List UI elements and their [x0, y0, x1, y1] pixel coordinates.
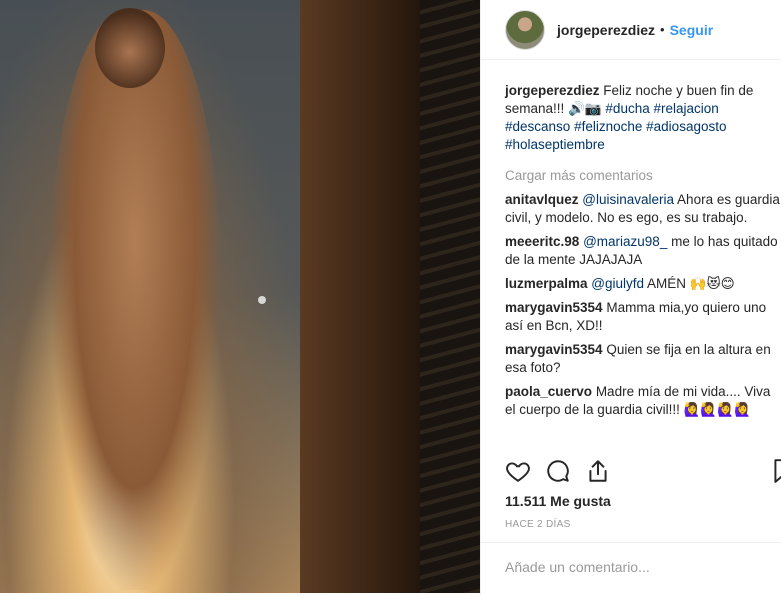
comment: marygavin5354 Mamma mia,yo quiero uno as… [505, 299, 780, 335]
person-figure [50, 10, 220, 590]
likes-count[interactable]: 11.511 Me gusta [505, 493, 611, 509]
comment-text: AMÉN 🙌😻😊 [644, 276, 735, 291]
door-handle [258, 296, 266, 304]
person-head [95, 8, 165, 88]
author-username[interactable]: jorgeperezdiez [557, 22, 655, 38]
instagram-post: jorgeperezdiez • Seguir jorgeperezdiez F… [0, 0, 781, 595]
comment: marygavin5354 Quien se fija en la altura… [505, 341, 780, 377]
comment-mention[interactable]: @giulyfd [591, 276, 644, 291]
comment-username[interactable]: marygavin5354 [505, 300, 603, 315]
post-header: jorgeperezdiez • Seguir [481, 0, 781, 60]
comment: paola_cuervo Madre mía de mi vida.... Vi… [505, 383, 780, 419]
avatar[interactable] [505, 9, 545, 50]
heart-icon[interactable] [505, 458, 531, 484]
post-timestamp[interactable]: HACE 2 DÍAS [505, 519, 571, 530]
caption-username[interactable]: jorgeperezdiez [505, 83, 600, 98]
comment: luzmerpalma @giulyfd AMÉN 🙌😻😊 [505, 275, 780, 293]
comment-username[interactable]: anitavlquez [505, 192, 579, 207]
comment: anitavlquez @luisinavaleria Ahora es gua… [505, 191, 780, 227]
hashtag[interactable]: #descanso [505, 119, 570, 134]
separator-dot: • [660, 22, 665, 37]
hashtag[interactable]: #ducha [605, 101, 649, 116]
comment-icon[interactable] [545, 458, 571, 484]
hashtag[interactable]: #holaseptiembre [505, 137, 605, 152]
comments-list: jorgeperezdiez Feliz noche y buen fin de… [505, 82, 780, 425]
comment-mention[interactable]: @mariazu98_ [583, 234, 667, 249]
bookmark-icon[interactable] [770, 458, 781, 484]
comment-username[interactable]: meeeritc.98 [505, 234, 579, 249]
post-photo[interactable] [0, 0, 480, 593]
add-comment-field[interactable]: Añade un comentario... [481, 542, 781, 595]
follow-button[interactable]: Seguir [670, 22, 714, 38]
hashtag[interactable]: #adiosagosto [646, 119, 726, 134]
comment-username[interactable]: luzmerpalma [505, 276, 588, 291]
comment-username[interactable]: marygavin5354 [505, 342, 603, 357]
comment-username[interactable]: paola_cuervo [505, 384, 592, 399]
shower-door [300, 0, 420, 593]
hashtag[interactable]: #relajacion [653, 101, 718, 116]
load-more-comments[interactable]: Cargar más comentarios [505, 168, 780, 183]
towel-rack [420, 0, 480, 593]
comment-mention[interactable]: @luisinavaleria [582, 192, 674, 207]
caption: jorgeperezdiez Feliz noche y buen fin de… [505, 82, 780, 154]
hashtag[interactable]: #feliznoche [574, 119, 642, 134]
share-icon[interactable] [585, 458, 611, 484]
post-sidebar: jorgeperezdiez • Seguir jorgeperezdiez F… [480, 0, 781, 595]
action-bar [505, 458, 781, 488]
comment: meeeritc.98 @mariazu98_ me lo has quitad… [505, 233, 780, 269]
